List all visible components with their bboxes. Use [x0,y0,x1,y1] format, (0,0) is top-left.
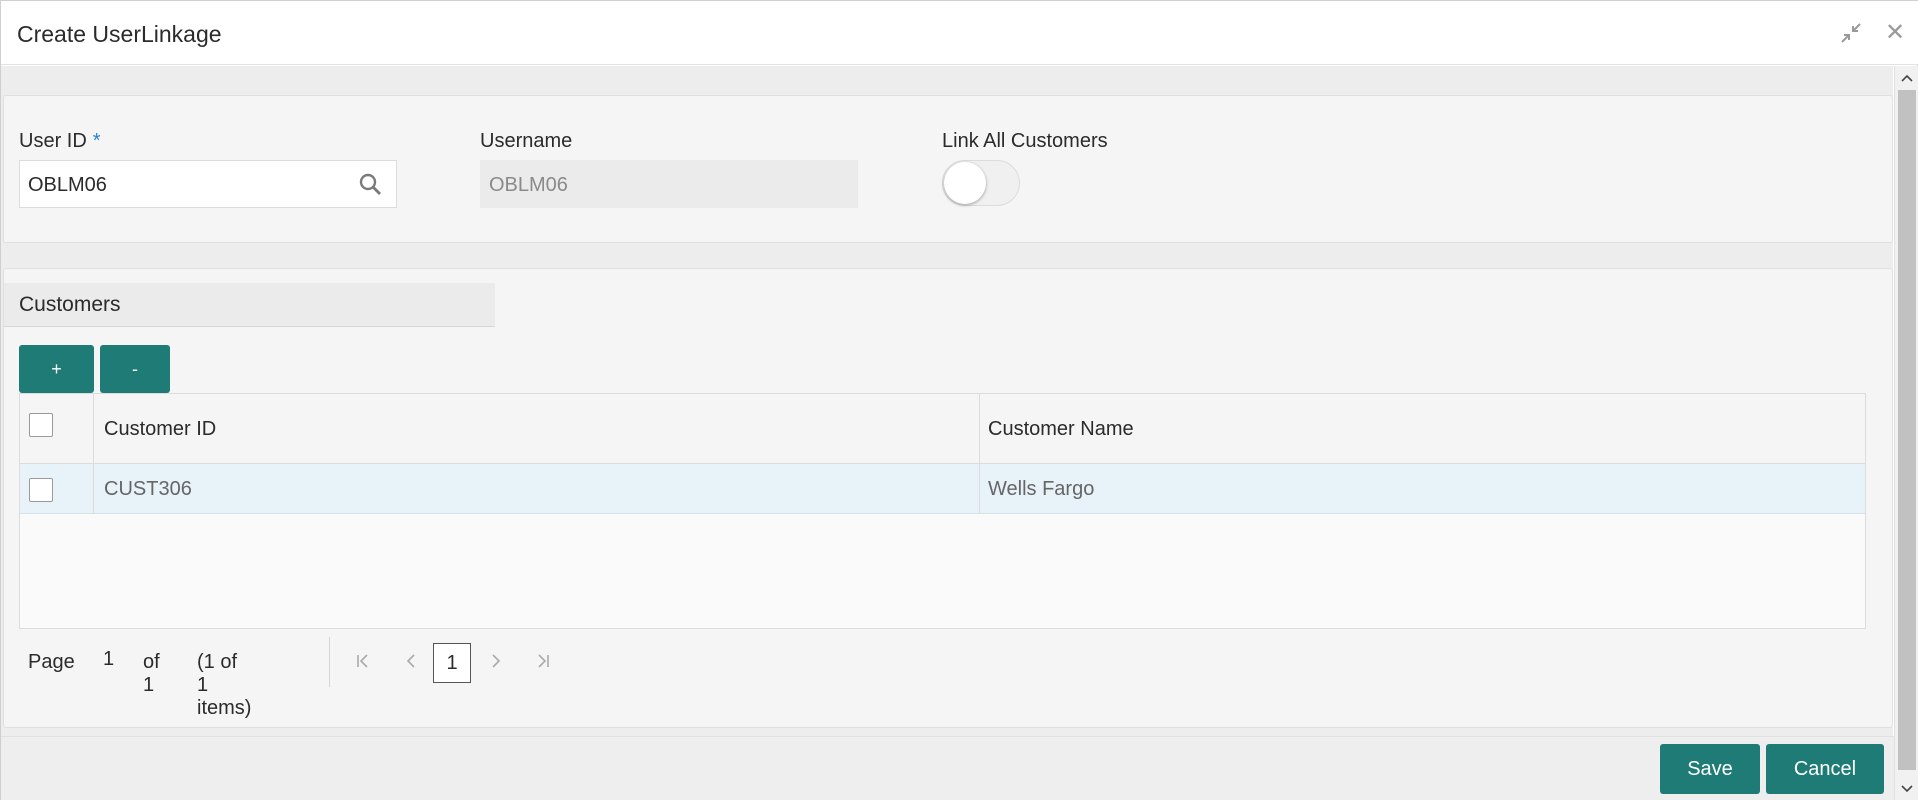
column-header-customer-id[interactable]: Customer ID [104,418,216,441]
link-all-customers-label: Link All Customers [942,130,1108,152]
user-id-label: User ID * [19,130,101,153]
toggle-knob [944,162,986,204]
save-button[interactable]: Save [1660,744,1760,794]
last-page-icon[interactable] [531,649,555,673]
scroll-thumb[interactable] [1898,90,1916,770]
table-row[interactable]: CUST306 Wells Fargo [20,464,1865,514]
scroll-down-icon[interactable] [1895,779,1918,799]
create-userlinkage-window: Create UserLinkage ✕ User ID * OBLM06 Use… [0,0,1918,800]
window-title: Create UserLinkage [17,21,222,47]
scroll-up-icon[interactable] [1895,68,1918,88]
items-count-label: (1 of 1 items) [197,651,252,719]
column-header-customer-name[interactable]: Customer Name [988,418,1134,441]
customers-panel: Customers + - Customer ID Customer Name … [3,268,1893,728]
page-label: Page [28,651,75,673]
collapse-arrows-icon[interactable] [1837,19,1865,47]
next-page-icon[interactable] [484,649,508,673]
username-value: OBLM06 [489,174,568,196]
page-number-box[interactable]: 1 [433,643,471,683]
column-divider [979,394,980,514]
remove-customer-button[interactable]: - [100,345,170,393]
customers-section-title: Customers [19,293,121,316]
add-customer-button[interactable]: + [19,345,94,393]
column-divider [93,394,94,514]
search-icon[interactable] [348,165,392,203]
footer-bar: Save Cancel [1,736,1894,800]
pager-divider [329,637,330,687]
select-all-checkbox[interactable] [29,413,53,437]
user-details-panel: User ID * OBLM06 Username OBLM06 Link All… [3,95,1893,243]
cancel-button[interactable]: Cancel [1766,744,1884,794]
customers-table: Customer ID Customer Name CUST306 Wells … [19,393,1866,629]
user-id-value: OBLM06 [28,174,107,196]
close-icon[interactable]: ✕ [1881,19,1909,47]
previous-page-icon[interactable] [399,649,423,673]
link-all-customers-toggle[interactable] [942,160,1020,206]
vertical-scrollbar[interactable] [1894,66,1918,800]
user-id-label-text: User ID [19,130,87,152]
page-count-label: of 1 [143,651,160,696]
user-id-input[interactable]: OBLM06 [19,160,397,208]
title-bar: Create UserLinkage ✕ [1,1,1918,65]
username-label: Username [480,130,573,152]
table-header: Customer ID Customer Name [20,394,1865,464]
customer-name-cell: Wells Fargo [988,478,1095,500]
customers-section-header: Customers [4,283,495,327]
required-marker: * [92,130,101,152]
customer-id-cell: CUST306 [104,478,192,500]
current-page-input[interactable]: 1 [103,648,114,671]
username-field: OBLM06 [480,160,858,208]
row-checkbox[interactable] [29,478,53,502]
first-page-icon[interactable] [351,649,375,673]
